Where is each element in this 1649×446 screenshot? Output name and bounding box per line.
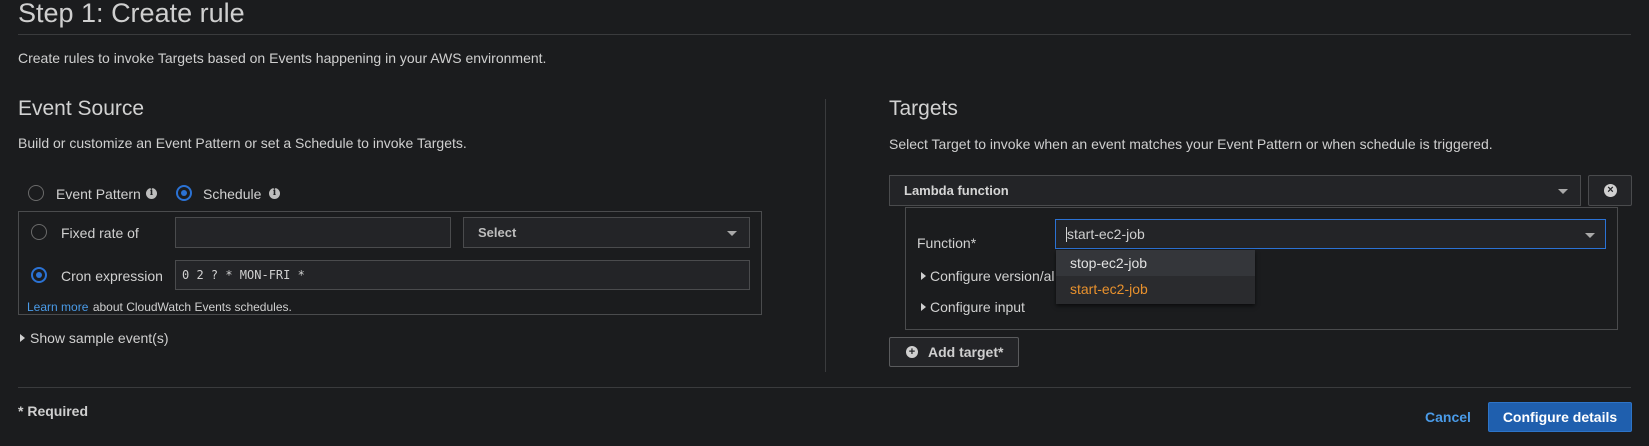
plus-icon: + bbox=[906, 346, 918, 358]
target-type-select[interactable]: Lambda function bbox=[889, 175, 1581, 206]
title-divider bbox=[18, 34, 1631, 35]
required-note: * Required bbox=[18, 403, 89, 419]
cron-expression-input[interactable]: 0 2 ? * MON-FRI * bbox=[175, 260, 750, 290]
cron-radio[interactable] bbox=[31, 267, 47, 283]
cron-label[interactable]: Cron expression bbox=[61, 268, 163, 284]
chevron-down-icon bbox=[1558, 189, 1568, 194]
fixed-rate-radio[interactable] bbox=[31, 224, 47, 240]
schedule-label[interactable]: Schedule bbox=[203, 186, 261, 202]
configure-input-toggle[interactable]: Configure input bbox=[930, 299, 1025, 315]
event-pattern-info-icon[interactable]: i bbox=[146, 188, 157, 199]
event-pattern-label[interactable]: Event Pattern bbox=[56, 186, 141, 202]
close-icon: × bbox=[1604, 184, 1617, 197]
page-description: Create rules to invoke Targets based on … bbox=[18, 50, 547, 66]
expand-triangle-icon bbox=[921, 303, 926, 311]
function-option[interactable]: start-ec2-job bbox=[1056, 276, 1255, 302]
chevron-down-icon bbox=[727, 231, 737, 236]
targets-description: Select Target to invoke when an event ma… bbox=[889, 136, 1493, 152]
configure-details-button[interactable]: Configure details bbox=[1488, 402, 1632, 432]
function-option[interactable]: stop-ec2-job bbox=[1056, 250, 1255, 276]
remove-target-button[interactable]: × bbox=[1588, 175, 1632, 206]
event-pattern-radio[interactable] bbox=[28, 185, 44, 201]
function-dropdown-list: stop-ec2-job start-ec2-job bbox=[1056, 250, 1255, 304]
chevron-down-icon bbox=[1585, 233, 1595, 238]
show-sample-events-toggle[interactable]: Show sample event(s) bbox=[30, 330, 169, 346]
add-target-label: Add target* bbox=[928, 344, 1004, 360]
learn-more-text: about CloudWatch Events schedules. bbox=[92, 300, 292, 314]
fixed-rate-input[interactable] bbox=[175, 217, 451, 248]
function-label: Function* bbox=[917, 235, 977, 251]
function-combobox[interactable]: start-ec2-job bbox=[1055, 219, 1606, 249]
add-target-button[interactable]: + Add target* bbox=[889, 337, 1019, 367]
learn-more-row: Learn more about CloudWatch Events sched… bbox=[27, 298, 292, 316]
schedule-info-icon[interactable]: i bbox=[269, 188, 280, 199]
fixed-rate-label[interactable]: Fixed rate of bbox=[61, 225, 139, 241]
page-title: Step 1: Create rule bbox=[18, 0, 245, 28]
target-type-label: Lambda function bbox=[904, 183, 1009, 198]
rate-unit-select-label: Select bbox=[478, 225, 517, 240]
cancel-button[interactable]: Cancel bbox=[1425, 409, 1471, 425]
expand-triangle-icon bbox=[20, 334, 25, 342]
event-source-heading: Event Source bbox=[18, 97, 145, 120]
targets-heading: Targets bbox=[889, 97, 958, 120]
configure-version-toggle[interactable]: Configure version/al bbox=[930, 268, 1055, 284]
section-divider bbox=[825, 99, 826, 372]
rate-unit-select[interactable]: Select bbox=[463, 217, 750, 248]
function-value: start-ec2-job bbox=[1067, 226, 1145, 242]
learn-more-link[interactable]: Learn more bbox=[27, 300, 88, 314]
expand-triangle-icon bbox=[921, 272, 926, 280]
event-source-description: Build or customize an Event Pattern or s… bbox=[18, 135, 467, 151]
footer-divider bbox=[18, 387, 1631, 388]
schedule-radio[interactable] bbox=[176, 185, 192, 201]
